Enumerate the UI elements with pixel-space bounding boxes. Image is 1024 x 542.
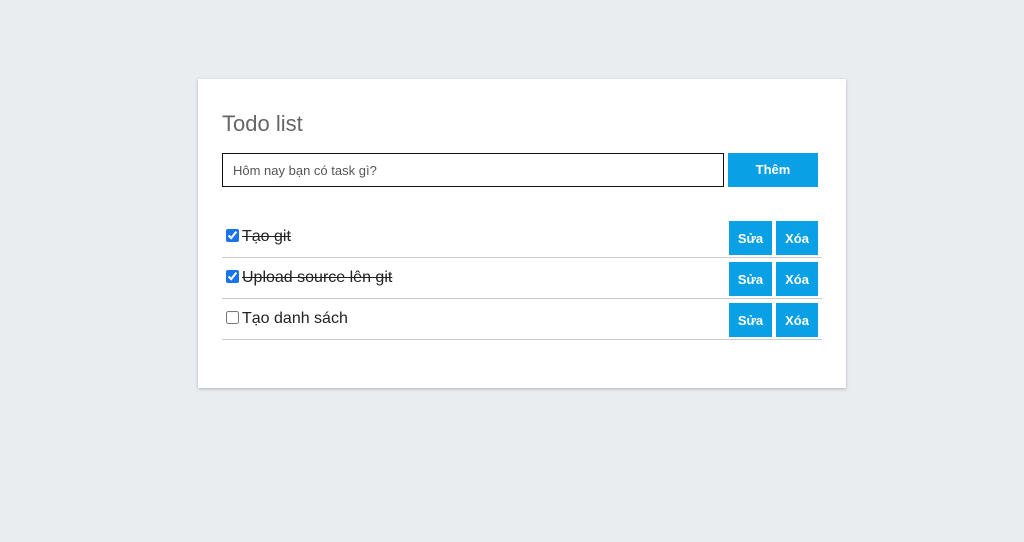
edit-button[interactable]: Sửa	[729, 221, 772, 255]
todo-item: Tạo danh sách Sửa Xóa	[222, 299, 822, 340]
todo-item: Upload source lên git Sửa Xóa	[222, 258, 822, 299]
todo-label: Tạo git	[242, 228, 291, 245]
edit-button[interactable]: Sửa	[729, 262, 772, 296]
todo-label: Tạo danh sách	[242, 310, 348, 327]
task-input[interactable]	[222, 153, 724, 187]
todo-checkbox[interactable]	[226, 311, 239, 324]
edit-button[interactable]: Sửa	[729, 303, 772, 337]
todo-card: Todo list Thêm Tạo git Sửa Xóa Upload so…	[198, 79, 846, 388]
todo-item: Tạo git Sửa Xóa	[222, 217, 822, 258]
todo-label: Upload source lên git	[242, 269, 393, 286]
todo-checkbox[interactable]	[226, 229, 239, 242]
todo-list: Tạo git Sửa Xóa Upload source lên git Sử…	[222, 217, 822, 340]
todo-checkbox[interactable]	[226, 270, 239, 283]
page-title: Todo list	[222, 111, 303, 136]
delete-button[interactable]: Xóa	[776, 262, 818, 296]
delete-button[interactable]: Xóa	[776, 303, 818, 337]
add-task-button[interactable]: Thêm	[728, 153, 818, 187]
delete-button[interactable]: Xóa	[776, 221, 818, 255]
